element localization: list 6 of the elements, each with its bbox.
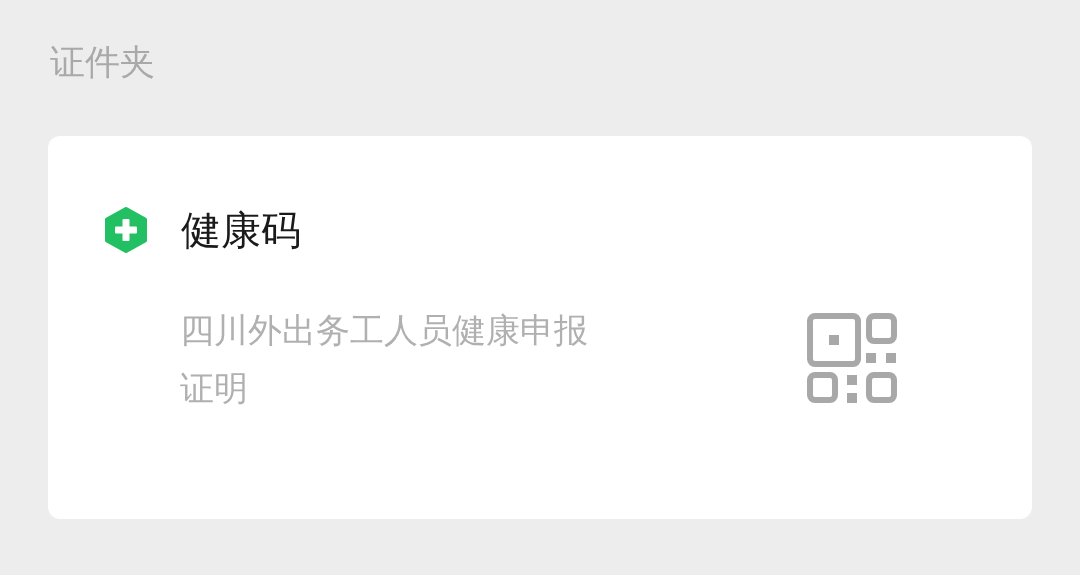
section-title: 证件夹 [49,41,156,84]
plus-icon [103,207,149,253]
health-code-card[interactable]: 健康码 四川外出务工人员健康申报证明 [48,136,1032,519]
card-title: 健康码 [181,207,301,253]
qr-code-icon [807,313,897,403]
card-description: 四川外出务工人员健康申报证明 [180,309,589,410]
